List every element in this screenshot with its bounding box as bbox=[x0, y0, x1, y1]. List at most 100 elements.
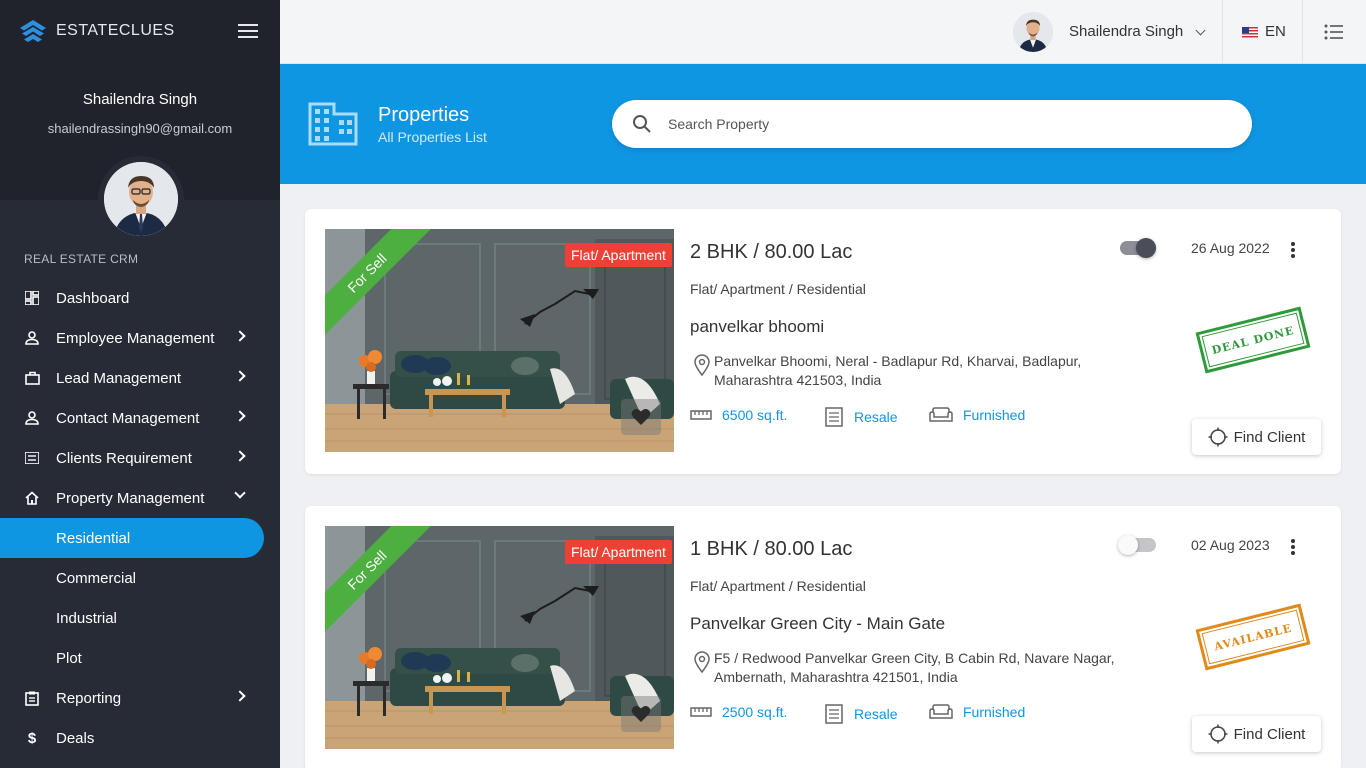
list-icon bbox=[24, 450, 40, 466]
page-subtitle: All Properties List bbox=[378, 129, 487, 145]
area-value: 2500 sq.ft. bbox=[722, 704, 788, 720]
listing-type: Resale bbox=[854, 706, 898, 722]
property-title[interactable]: 1 BHK / 80.00 Lac bbox=[690, 538, 852, 561]
sidebar: ESTATECLUES Shailendra Singh shailendras… bbox=[0, 0, 280, 768]
area-feature: 2500 sq.ft. bbox=[690, 704, 787, 720]
sidebar-item-label: Property Management bbox=[56, 489, 205, 507]
listing-date: 02 Aug 2023 bbox=[1191, 537, 1270, 553]
search-input[interactable] bbox=[668, 100, 1228, 148]
furnishing-status: Furnished bbox=[963, 407, 1026, 423]
language-selector[interactable]: EN bbox=[1265, 23, 1286, 40]
sidebar-subitem-industrial[interactable]: Industrial bbox=[0, 598, 280, 638]
project-name: Panvelkar Green City - Main Gate bbox=[690, 614, 946, 633]
us-flag-icon[interactable] bbox=[1242, 27, 1258, 38]
favorite-button[interactable] bbox=[621, 399, 661, 435]
sidebar-item-label: Dashboard bbox=[56, 289, 130, 307]
list-menu-icon[interactable] bbox=[1324, 24, 1344, 40]
status-stamp: AVAILABLE bbox=[1195, 603, 1311, 671]
more-options-icon[interactable] bbox=[1291, 539, 1297, 555]
listing-feature: Resale bbox=[824, 407, 898, 427]
chevron-right-icon bbox=[234, 690, 246, 702]
document-icon bbox=[825, 407, 843, 427]
divider bbox=[1302, 0, 1303, 64]
dashboard-icon bbox=[24, 290, 40, 306]
favorite-button[interactable] bbox=[621, 696, 661, 732]
listing-type: Resale bbox=[854, 409, 898, 425]
chevron-right-icon bbox=[234, 410, 246, 422]
menu-toggle-icon[interactable] bbox=[238, 24, 258, 40]
ruler-icon bbox=[690, 707, 712, 717]
location-pin-icon bbox=[694, 354, 710, 376]
area-feature: 6500 sq.ft. bbox=[690, 407, 787, 423]
sidebar-item-clients-requirement[interactable]: Clients Requirement bbox=[0, 438, 280, 478]
person-icon bbox=[24, 330, 40, 346]
property-title[interactable]: 2 BHK / 80.00 Lac bbox=[690, 241, 852, 264]
sidebar-item-lead-management[interactable]: Lead Management bbox=[0, 358, 280, 398]
page-header: Properties All Properties List bbox=[280, 64, 1366, 184]
stamp-text: DEAL DONE bbox=[1201, 312, 1305, 368]
sidebar-item-reporting[interactable]: Reporting bbox=[0, 678, 280, 718]
property-card[interactable]: For Sell Flat/ Apartment 2 BHK / 80.00 L… bbox=[305, 209, 1341, 474]
property-address: F5 / Redwood Panvelkar Green City, B Cab… bbox=[714, 650, 1115, 685]
sidebar-user-name: Shailendra Singh bbox=[82, 91, 198, 108]
sidebar-item-label: Lead Management bbox=[56, 369, 182, 387]
property-address: Panvelkar Bhoomi, Neral - Badlapur Rd, K… bbox=[714, 353, 1082, 388]
chevron-right-icon bbox=[234, 370, 246, 382]
stamp-text: AVAILABLE bbox=[1201, 609, 1305, 665]
ruler-icon bbox=[690, 410, 712, 420]
sidebar-item-property-management[interactable]: Property Management bbox=[0, 478, 280, 518]
brand-name: ESTATECLUES bbox=[56, 22, 175, 39]
project-name: panvelkar bhoomi bbox=[690, 317, 825, 336]
home-icon bbox=[24, 490, 40, 506]
logo-icon bbox=[20, 20, 46, 42]
sidebar-item-label: Reporting bbox=[56, 689, 122, 707]
chevron-right-icon bbox=[234, 450, 246, 462]
crosshair-icon bbox=[1208, 724, 1228, 744]
status-toggle[interactable] bbox=[1118, 535, 1156, 555]
ribbon-wrap: For Sell bbox=[325, 229, 435, 339]
heart-icon bbox=[631, 409, 651, 425]
status-toggle[interactable] bbox=[1120, 238, 1156, 258]
user-avatar[interactable] bbox=[1013, 12, 1053, 52]
sidebar-avatar[interactable] bbox=[98, 156, 184, 242]
search-icon[interactable] bbox=[632, 114, 652, 134]
property-image[interactable]: For Sell Flat/ Apartment bbox=[325, 229, 674, 452]
find-client-button[interactable]: Find Client bbox=[1192, 716, 1321, 752]
sidebar-subitem-plot[interactable]: Plot bbox=[0, 638, 280, 678]
sidebar-item-contact-management[interactable]: Contact Management bbox=[0, 398, 280, 438]
chevron-down-icon[interactable] bbox=[1195, 25, 1206, 36]
sidebar-subitem-commercial[interactable]: Commercial bbox=[0, 558, 280, 598]
for-sell-ribbon: For Sell bbox=[325, 229, 434, 339]
property-type-badge: Flat/ Apartment bbox=[565, 540, 672, 564]
chevron-down-icon bbox=[234, 487, 246, 499]
property-image[interactable]: For Sell Flat/ Apartment bbox=[325, 526, 674, 749]
status-stamp: DEAL DONE bbox=[1195, 306, 1311, 374]
area-value: 6500 sq.ft. bbox=[722, 407, 788, 423]
listing-date: 26 Aug 2022 bbox=[1191, 240, 1270, 256]
sidebar-item-dashboard[interactable]: Dashboard bbox=[0, 278, 280, 318]
user-menu-name[interactable]: Shailendra Singh bbox=[1069, 23, 1183, 40]
top-bar: Shailendra Singh EN bbox=[280, 0, 1366, 64]
sidebar-nav: Dashboard Employee Management Lead Manag… bbox=[0, 278, 280, 758]
property-category: Flat/ Apartment / Residential bbox=[690, 281, 866, 297]
building-icon bbox=[308, 102, 358, 146]
sidebar-item-deals[interactable]: $ Deals bbox=[0, 718, 280, 758]
brand[interactable]: ESTATECLUES bbox=[20, 20, 175, 42]
property-card[interactable]: For Sell Flat/ Apartment 1 BHK / 80.00 L… bbox=[305, 506, 1341, 768]
sidebar-subitem-residential[interactable]: Residential bbox=[0, 518, 264, 558]
search-bar bbox=[612, 100, 1252, 148]
ribbon-wrap: For Sell bbox=[325, 526, 435, 636]
sidebar-item-employee-management[interactable]: Employee Management bbox=[0, 318, 280, 358]
sidebar-item-label: Contact Management bbox=[56, 409, 200, 427]
furnishing-status: Furnished bbox=[963, 704, 1026, 720]
divider bbox=[1222, 0, 1223, 64]
location-pin-icon bbox=[694, 651, 710, 673]
find-client-button[interactable]: Find Client bbox=[1192, 419, 1321, 455]
more-options-icon[interactable] bbox=[1291, 242, 1297, 258]
furnishing-feature: Furnished bbox=[929, 704, 1025, 720]
dollar-icon: $ bbox=[27, 729, 37, 747]
sidebar-section-title: REAL ESTATE CRM bbox=[24, 252, 139, 266]
sofa-icon bbox=[929, 704, 953, 719]
for-sell-ribbon: For Sell bbox=[325, 526, 434, 636]
furnishing-feature: Furnished bbox=[929, 407, 1025, 423]
